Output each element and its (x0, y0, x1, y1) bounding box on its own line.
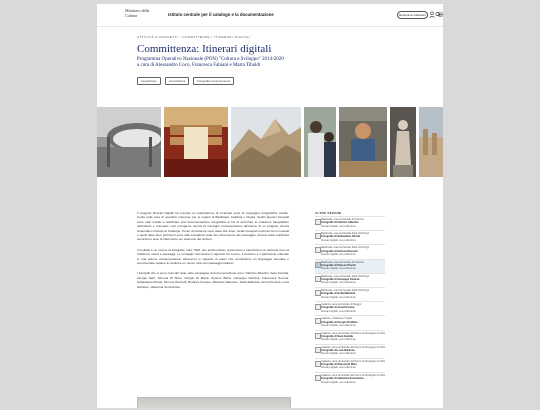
gallery-photo-statue[interactable] (390, 107, 416, 177)
sidebar-item[interactable]: Basilicata, area territoriale di Potenza… (315, 216, 385, 230)
item-subtitle: Itinerari digitali, una collezione (321, 380, 356, 384)
sidebar-item-active[interactable]: Basilicata, area territoriale di Potenza… (315, 258, 385, 273)
gallery-photo-mountain-landscape[interactable] (231, 107, 301, 177)
gallery-photo-portrait[interactable] (339, 107, 387, 177)
sidebar-item[interactable]: Basilicata, area territoriale della Val … (315, 244, 385, 258)
tag[interactable]: Acquisizione (137, 77, 161, 85)
paragraph: I fotografi che vi sono coinvolti nelle … (137, 271, 289, 289)
gallery-photo-theatre-interior[interactable] (164, 107, 228, 177)
item-subtitle: Itinerari digitali, una collezione (321, 366, 356, 370)
sidebar-item[interactable]: Calabria, area territoriale del Parco Ar… (315, 329, 385, 344)
sidebar-item[interactable]: Calabria, area territoriale del Parco Ar… (315, 357, 385, 372)
paragraph: Il risultato è un corpus di fotografie, … (137, 247, 289, 266)
explore-collections-button[interactable]: Esplora le collezioni (397, 11, 428, 19)
menu-icon[interactable] (438, 11, 443, 18)
sidebar-item[interactable]: Calabria, area territoriale del Parco Ar… (315, 343, 385, 358)
gallery-photo-people[interactable] (304, 107, 336, 177)
breadcrumb[interactable]: ATTIVITÀ & PROGETTI / COMMITTENZE / ITIN… (137, 35, 251, 39)
tag[interactable]: Committenza (164, 77, 190, 85)
item-subtitle: Itinerari digitali, una collezione (321, 323, 356, 327)
sidebar-item[interactable]: Calabria, Calabria e Puglia Fotografie d… (315, 315, 385, 329)
photo-gallery (97, 107, 443, 177)
item-subtitle: Itinerari digitali, una collezione (321, 309, 356, 313)
sidebar-item[interactable]: Basilicata, area territoriale della Val … (315, 286, 385, 301)
paragraph: Il progetto Itinerari Digitali ha previs… (137, 211, 289, 242)
page-title: Committenza: Itinerari digitali (137, 43, 272, 55)
item-subtitle: Itinerari digitali, una collezione (321, 224, 356, 228)
sidebar-sections: ALTRE SEZIONI Basilicata, area territori… (315, 211, 385, 386)
sidebar-item[interactable]: Basilicata, area territoriale della Val … (315, 230, 385, 244)
item-subtitle: Itinerari digitali, una collezione (321, 352, 356, 356)
sidebar-item[interactable]: Calabria, area territoriale di Reggio Fo… (315, 301, 385, 315)
page-authors: a cura di Alessandro Coco, Francesca Fab… (137, 63, 261, 68)
tag-list: Acquisizione Committenza Fotografia cont… (137, 77, 234, 85)
item-subtitle: Itinerari digitali, una collezione (321, 281, 356, 285)
page-subtitle: Programma Operativo Nazionale (PON) "Cul… (137, 57, 284, 62)
item-subtitle: Itinerari digitali, una collezione (321, 295, 356, 299)
sidebar-item[interactable]: Calabria, area territoriale del Parco Ar… (315, 372, 385, 386)
item-subtitle: Itinerari digitali, una collezione (321, 338, 356, 342)
main-article-image[interactable] (137, 397, 291, 408)
sidebar-item[interactable]: Basilicata, area territoriale della Val … (315, 272, 385, 287)
tag[interactable]: Fotografia contemporanea (193, 77, 234, 85)
ministry-logo[interactable]: Ministero della Cultura (125, 8, 155, 18)
page: Ministero della Cultura Istituto central… (97, 4, 443, 408)
institute-name[interactable]: Istituto centrale per il catalogo e la d… (168, 12, 274, 17)
item-subtitle: Itinerari digitali, una collezione (321, 252, 356, 256)
item-subtitle: Itinerari digitali, una collezione (321, 267, 356, 271)
site-header: Ministero della Cultura Istituto central… (97, 4, 443, 27)
gallery-photo-theatre-rotunda[interactable] (97, 107, 161, 177)
item-subtitle: Itinerari digitali, una collezione (321, 238, 356, 242)
description-text: Il progetto Itinerari Digitali ha previs… (137, 211, 289, 295)
gallery-photo-ruins[interactable] (419, 107, 443, 177)
